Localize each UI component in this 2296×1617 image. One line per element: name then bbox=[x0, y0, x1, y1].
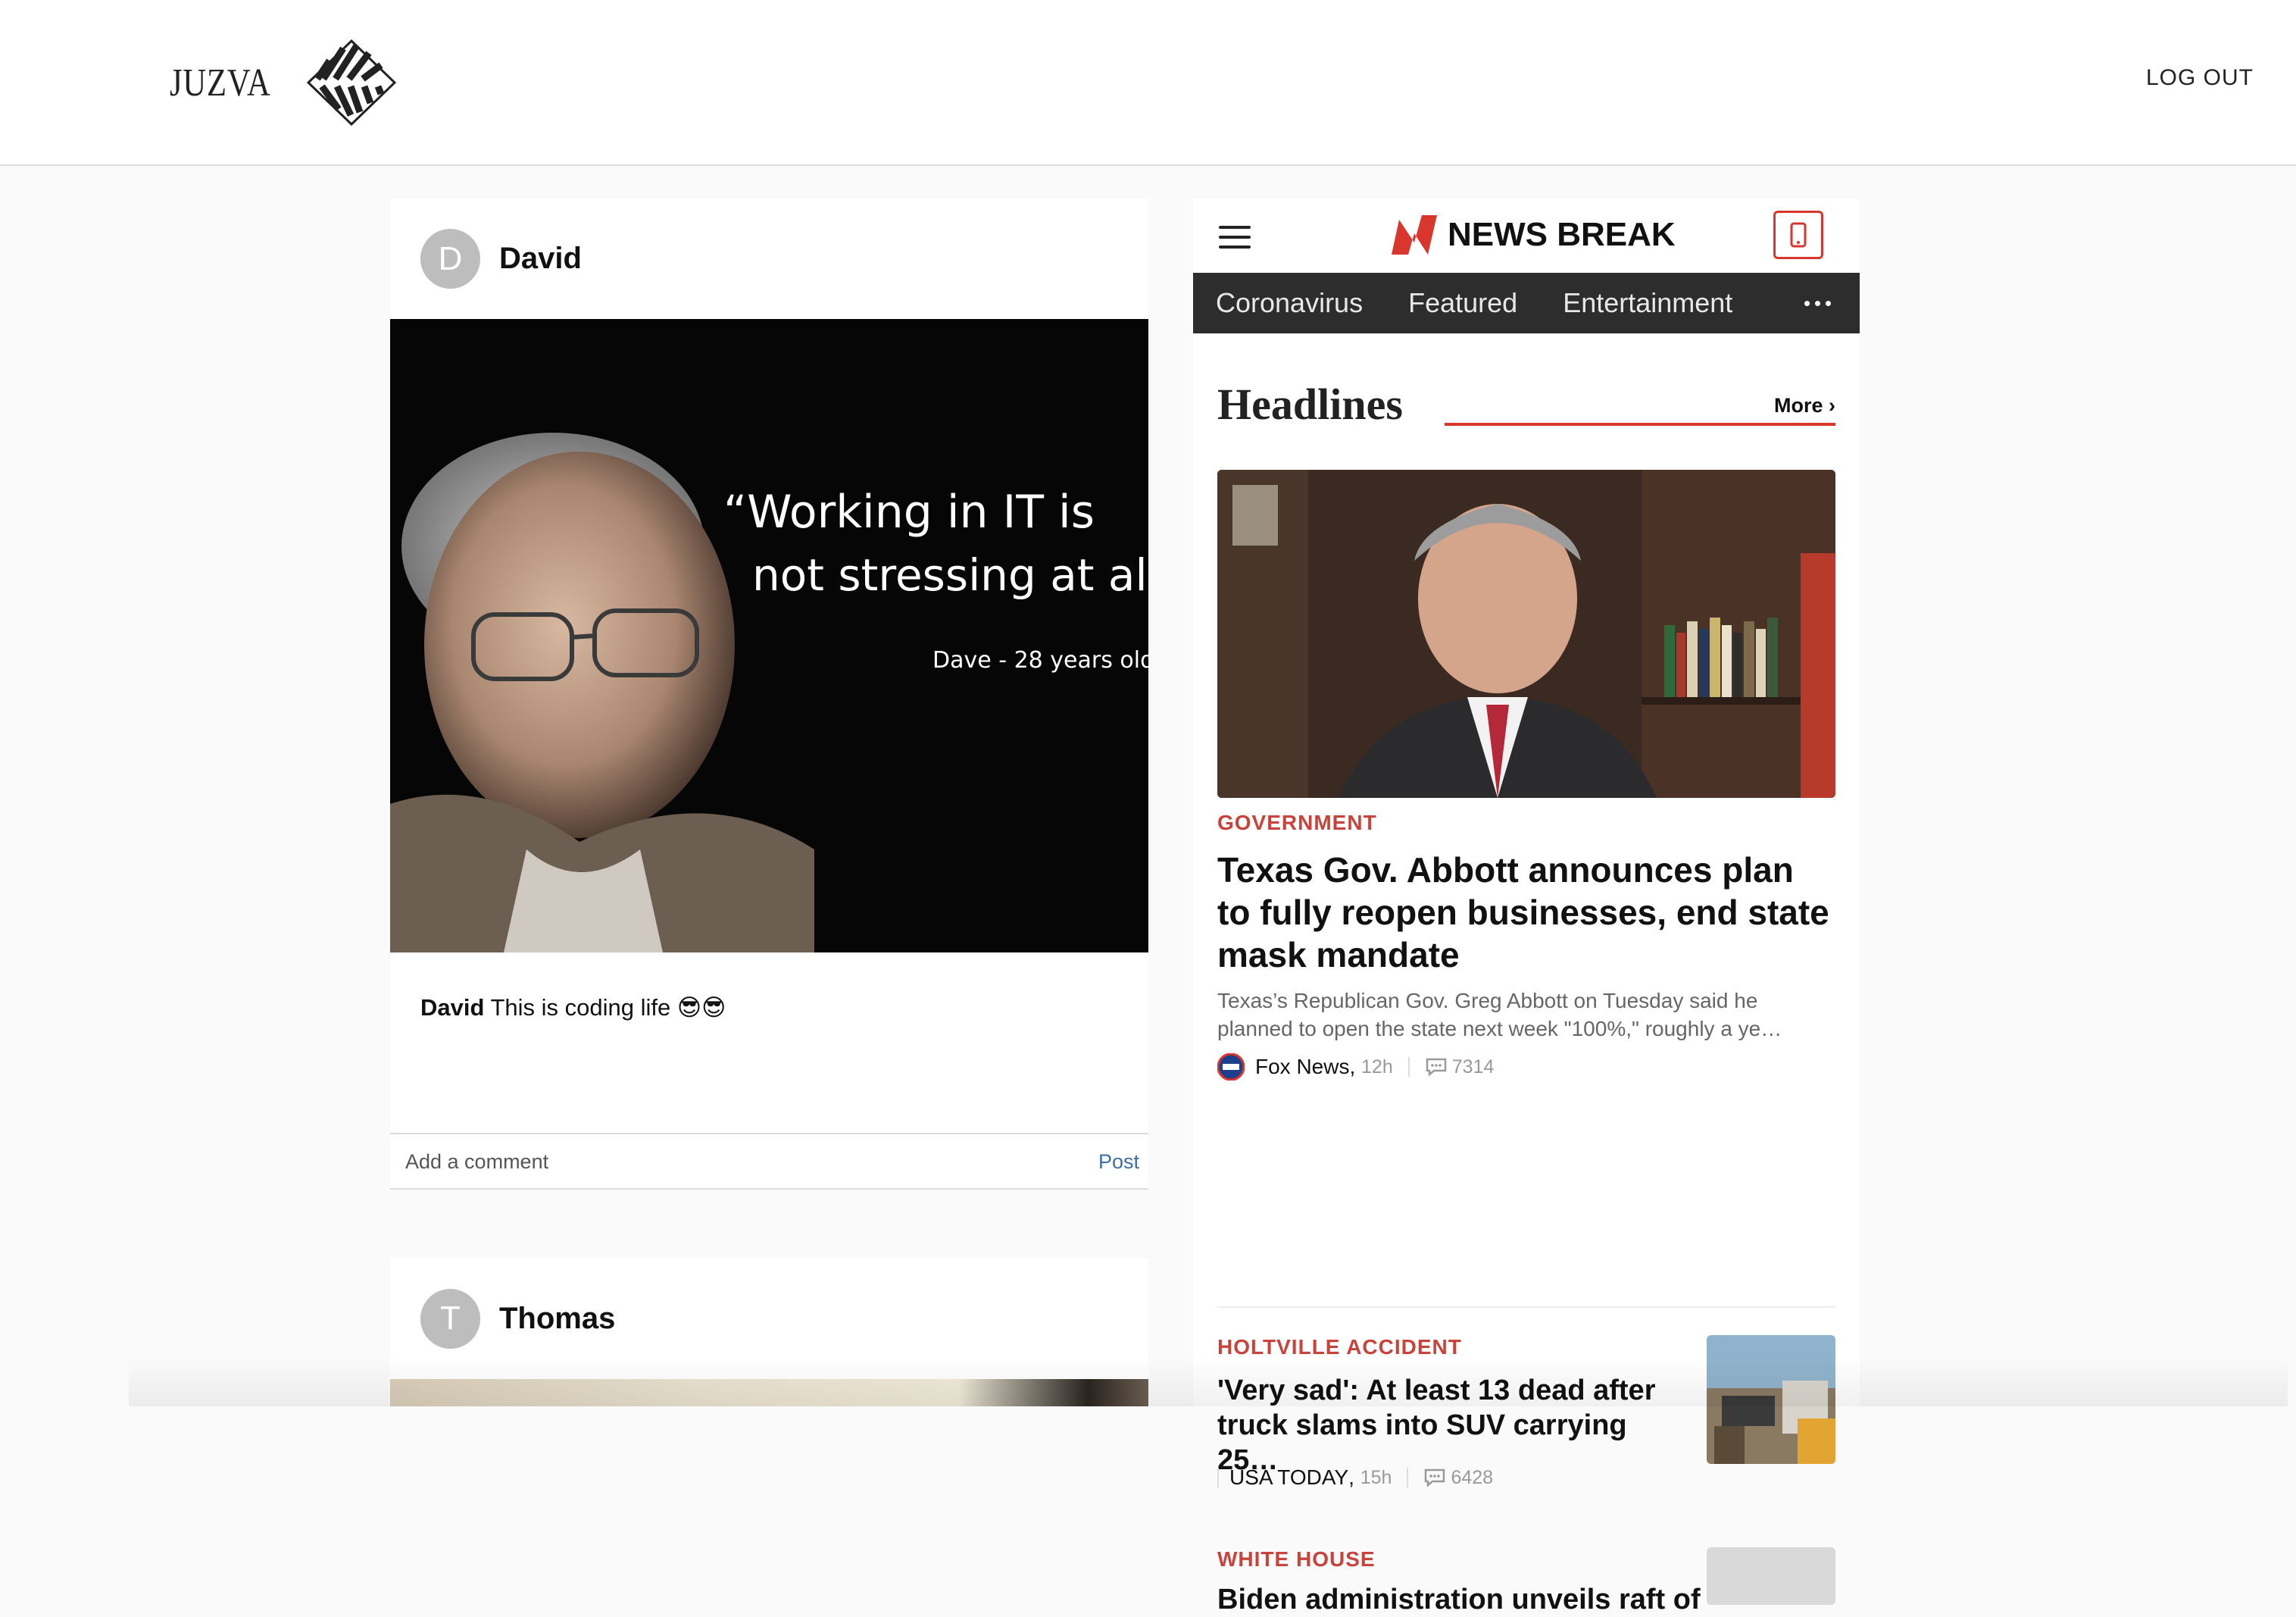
story-category[interactable]: HOLTVILLE ACCIDENT bbox=[1217, 1335, 1462, 1359]
newsbreak-brand-text: NEWS BREAK bbox=[1448, 216, 1676, 253]
story-image[interactable] bbox=[1217, 470, 1835, 798]
logo[interactable]: JUZVA bbox=[170, 39, 396, 126]
story-thumbnail[interactable] bbox=[1707, 1547, 1835, 1605]
story-comment-count[interactable]: 7314 bbox=[1452, 1056, 1495, 1078]
governor-photo bbox=[1217, 470, 1835, 798]
story-comment-count[interactable]: 6428 bbox=[1451, 1467, 1493, 1489]
comment-icon bbox=[1425, 1468, 1445, 1487]
comma-separator: , bbox=[1349, 1055, 1362, 1078]
story-time: 12h bbox=[1361, 1056, 1393, 1077]
comment-input[interactable] bbox=[405, 1150, 1011, 1174]
story-title[interactable]: 'Very sad': At least 13 dead after truck… bbox=[1217, 1373, 1687, 1478]
more-tabs-icon[interactable] bbox=[1795, 288, 1840, 318]
accident-photo bbox=[1707, 1335, 1835, 1464]
post-username[interactable]: David bbox=[499, 242, 582, 276]
logo-mark-icon bbox=[306, 39, 396, 126]
post-header: T Thomas bbox=[390, 1258, 1148, 1379]
meta-divider bbox=[1217, 1468, 1219, 1487]
story-category[interactable]: WHITE HOUSE bbox=[1217, 1547, 1376, 1572]
avatar[interactable]: T bbox=[420, 1288, 480, 1349]
story-thumbnail[interactable] bbox=[1707, 1335, 1835, 1464]
story-category[interactable]: GOVERNMENT bbox=[1217, 811, 1377, 835]
comment-icon bbox=[1426, 1058, 1446, 1077]
headlines-header: Headlines More › bbox=[1217, 379, 1835, 439]
story-title[interactable]: Texas Gov. Abbott announces plan to full… bbox=[1217, 849, 1835, 976]
menu-icon[interactable] bbox=[1219, 226, 1251, 249]
meta-divider bbox=[1407, 1057, 1410, 1077]
story-source[interactable]: Fox News bbox=[1255, 1055, 1349, 1079]
logout-button[interactable]: LOG OUT bbox=[2146, 65, 2254, 91]
headlines-underline bbox=[1445, 423, 1835, 426]
chevron-right-icon: › bbox=[1829, 394, 1835, 417]
story-description: Texas’s Republican Gov. Greg Abbott on T… bbox=[1217, 989, 1782, 1040]
category-tabs: Coronavirus Featured Entertainment bbox=[1193, 273, 1860, 333]
phone-icon bbox=[1790, 222, 1807, 248]
mobile-app-button[interactable] bbox=[1773, 211, 1823, 259]
comment-bar: Post bbox=[390, 1133, 1148, 1190]
newsbreak-widget: NEWS BREAK Coronavirus Featured Entertai… bbox=[1193, 199, 1860, 1615]
meme-photo: “Working in IT is not stressing at all” … bbox=[390, 319, 1148, 952]
story-title[interactable]: Biden administration unveils raft of bbox=[1217, 1582, 1701, 1617]
meme-quote-line2: not stressing at all” bbox=[752, 549, 1148, 601]
post-username[interactable]: Thomas bbox=[499, 1302, 615, 1336]
newsbreak-logo[interactable]: NEWS BREAK bbox=[1389, 212, 1676, 258]
headlines-more-link[interactable]: More › bbox=[1763, 394, 1835, 418]
tab-featured[interactable]: Featured bbox=[1408, 287, 1517, 319]
story-source[interactable]: USA TODAY bbox=[1229, 1465, 1348, 1490]
story-divider bbox=[1217, 1306, 1835, 1308]
avatar[interactable]: D bbox=[420, 229, 480, 289]
more-label: More bbox=[1773, 394, 1823, 417]
story-meta: Fox News, 12h 7314 bbox=[1217, 1053, 1494, 1081]
meme-attribution: Dave - 28 years old bbox=[932, 647, 1148, 674]
newsbreak-logo-icon bbox=[1392, 215, 1437, 255]
story-meta: USA TODAY, 15h 6428 bbox=[1217, 1465, 1493, 1490]
post-card: D David “Working in IT is not stressing … bbox=[390, 199, 1148, 1190]
logo-text: JUZVA bbox=[170, 61, 271, 105]
post-card: T Thomas bbox=[390, 1258, 1148, 1406]
headlines-title: Headlines bbox=[1217, 380, 1403, 429]
story-time: 15h bbox=[1360, 1466, 1392, 1488]
newsbreak-header: NEWS BREAK bbox=[1193, 199, 1860, 273]
post-header: D David bbox=[390, 199, 1148, 319]
post-image[interactable] bbox=[390, 1379, 1148, 1406]
tab-coronavirus[interactable]: Coronavirus bbox=[1216, 287, 1363, 319]
caption-text: This is coding life 😎😎 bbox=[490, 994, 726, 1021]
post-comment-button[interactable]: Post bbox=[1098, 1150, 1139, 1174]
meta-divider bbox=[1407, 1468, 1409, 1487]
caption-username[interactable]: David bbox=[420, 994, 484, 1021]
meme-quote-line1: “Working in IT is bbox=[723, 486, 1095, 539]
post-caption: David This is coding life 😎😎 bbox=[420, 994, 726, 1021]
fox-news-logo-icon bbox=[1217, 1053, 1245, 1081]
comma-separator: , bbox=[1348, 1465, 1360, 1489]
post-image[interactable]: “Working in IT is not stressing at all” … bbox=[390, 319, 1148, 952]
tab-entertainment[interactable]: Entertainment bbox=[1563, 287, 1732, 319]
top-bar: JUZVA LOG OUT bbox=[0, 0, 2296, 166]
